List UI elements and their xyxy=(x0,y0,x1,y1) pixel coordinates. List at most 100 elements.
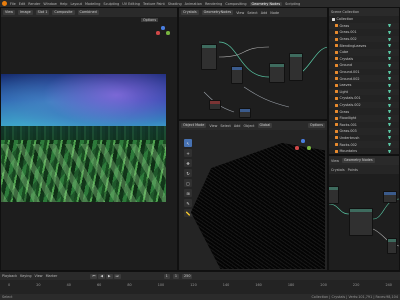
node-input[interactable] xyxy=(201,44,217,70)
rotate-tool-icon[interactable]: ↻ xyxy=(184,169,192,177)
tab-rendering[interactable]: Rendering xyxy=(205,2,222,6)
node-math[interactable] xyxy=(231,66,243,84)
transform-tool-icon[interactable]: ⊞ xyxy=(184,189,192,197)
timeline-playback[interactable]: Playback xyxy=(2,274,17,278)
node-instance[interactable] xyxy=(269,63,285,83)
pass-select[interactable]: Combined xyxy=(77,10,99,15)
tab-scripting[interactable]: Scripting xyxy=(285,2,300,6)
tab-animation[interactable]: Animation xyxy=(185,2,202,6)
timeline-marker[interactable]: Marker xyxy=(46,274,58,278)
node-tree-selector[interactable]: GeometryNodes xyxy=(201,10,234,15)
jump-start-icon[interactable]: ⏮ xyxy=(90,273,98,279)
start-frame-field[interactable]: 1 xyxy=(172,273,179,279)
outliner-item[interactable]: Underbrush xyxy=(329,135,399,142)
blender-window: File Edit Render Window Help Layout Mode… xyxy=(0,0,400,300)
select-tool-icon[interactable]: ↖ xyxy=(184,139,192,147)
tab-modeling[interactable]: Modeling xyxy=(85,2,100,6)
outliner-item[interactable]: Grass.002 xyxy=(329,35,399,43)
move-tool-icon[interactable]: ✥ xyxy=(184,159,192,167)
node-menu-add[interactable]: Add xyxy=(261,11,268,15)
tab-shading[interactable]: Shading xyxy=(168,2,182,6)
outliner-item[interactable]: Grass.003 xyxy=(329,128,399,135)
viewport-menu-add[interactable]: Add xyxy=(234,124,241,128)
scale-tool-icon[interactable]: ▢ xyxy=(184,179,192,187)
layer-select[interactable]: Composite xyxy=(52,10,75,15)
node-menu-select[interactable]: Select xyxy=(247,11,257,15)
outliner-item[interactable]: Grass xyxy=(329,108,399,115)
object-selector[interactable]: Crystals xyxy=(181,10,199,15)
measure-tool-icon[interactable]: 📏 xyxy=(184,209,192,217)
outliner-item[interactable]: Crystals.001 xyxy=(329,95,399,102)
timeline-tick: 240 xyxy=(385,283,392,287)
tab-compositing[interactable]: Compositing xyxy=(225,2,246,6)
side-node-d[interactable] xyxy=(387,238,397,254)
outliner-item[interactable]: Ground.001 xyxy=(329,69,399,76)
side-node-b[interactable] xyxy=(349,208,373,236)
end-frame-field[interactable]: 250 xyxy=(182,273,193,279)
side-node-a[interactable] xyxy=(329,186,339,204)
axis-z-icon xyxy=(301,139,305,143)
timeline-view[interactable]: View xyxy=(35,274,43,278)
view-menu[interactable]: View xyxy=(3,10,16,15)
side-tab-view[interactable]: View xyxy=(331,159,339,163)
outliner-item[interactable]: Crystals.002 xyxy=(329,101,399,109)
outliner-collection-row[interactable]: Collection xyxy=(329,16,399,23)
outliner-scene-collection[interactable]: Scene Collection xyxy=(331,10,359,14)
viewport-menu-view[interactable]: View xyxy=(209,124,217,128)
viewport-menu-select[interactable]: Select xyxy=(220,124,230,128)
object-icon xyxy=(335,123,338,127)
outliner-item[interactable]: Light xyxy=(329,88,399,96)
menu-window[interactable]: Window xyxy=(43,2,56,6)
node-random[interactable] xyxy=(209,100,221,110)
outliner-item[interactable]: Rocks.002 xyxy=(329,141,399,148)
menu-edit[interactable]: Edit xyxy=(19,2,26,6)
play-reverse-icon[interactable]: ◀ xyxy=(98,273,105,279)
side-tab-geometry-nodes[interactable]: Geometry Nodes xyxy=(342,158,375,163)
outliner-item[interactable]: Leaves xyxy=(329,82,399,89)
modifier-icon xyxy=(388,50,391,54)
outliner-item[interactable]: Ground.002 xyxy=(329,75,399,82)
menu-file[interactable]: File xyxy=(10,2,16,6)
side-node-c[interactable] xyxy=(383,191,397,203)
cursor-tool-icon[interactable]: + xyxy=(184,149,192,157)
tab-geometry-nodes[interactable]: Geometry Nodes xyxy=(249,1,283,6)
viewport-gizmo[interactable] xyxy=(295,139,311,155)
annotate-tool-icon[interactable]: ✎ xyxy=(184,199,192,207)
outliner-item[interactable]: Crystals xyxy=(329,56,399,63)
tab-sculpting[interactable]: Sculpting xyxy=(103,2,119,6)
object-icon xyxy=(335,30,338,34)
tab-uv-editing[interactable]: UV Editing xyxy=(122,2,140,6)
timeline-ruler[interactable]: 0 20 40 60 80 100 120 140 160 180 200 220 240 xyxy=(0,283,400,287)
image-menu[interactable]: Image xyxy=(18,10,33,15)
outliner-item[interactable]: Floodlight xyxy=(329,114,399,122)
jump-end-icon[interactable]: ⏭ xyxy=(113,273,121,279)
viewport-menu-object[interactable]: Object xyxy=(243,124,254,128)
mode-selector[interactable]: Object Mode xyxy=(181,123,207,128)
render-result-image xyxy=(1,74,166,202)
outliner-item[interactable]: Grass.001 xyxy=(329,29,399,36)
outliner-item[interactable]: Cube xyxy=(329,48,399,56)
timeline-keying[interactable]: Keying xyxy=(20,274,31,278)
node-transform[interactable] xyxy=(289,53,303,81)
blender-logo-icon[interactable] xyxy=(2,1,7,6)
play-icon[interactable]: ▶ xyxy=(105,273,113,279)
menu-render[interactable]: Render xyxy=(28,2,40,6)
current-frame-field[interactable]: 1 xyxy=(163,273,170,279)
node-menu-view[interactable]: View xyxy=(236,11,244,15)
outliner-item[interactable]: Rocks.001 xyxy=(329,122,399,129)
node-value[interactable] xyxy=(239,108,251,118)
slot-select[interactable]: Slot 1 xyxy=(35,10,50,15)
transform-orientation[interactable]: Global xyxy=(257,123,273,128)
outliner-item[interactable]: Ground xyxy=(329,62,399,69)
outliner-item[interactable]: Mountains xyxy=(329,148,399,154)
node-menu-node[interactable]: Node xyxy=(270,11,279,15)
outliner-item[interactable]: Grass xyxy=(329,22,399,30)
navigation-gizmo[interactable] xyxy=(156,26,170,40)
options-button[interactable]: Options xyxy=(141,18,159,22)
tab-layout[interactable]: Layout xyxy=(70,2,82,6)
viewport-options[interactable]: Options xyxy=(307,123,325,128)
tab-texture-paint[interactable]: Texture Paint xyxy=(143,2,165,6)
menu-help[interactable]: Help xyxy=(60,2,68,6)
outliner-item[interactable]: BlendingLeaves xyxy=(329,42,399,49)
modifier-icon xyxy=(388,90,391,94)
